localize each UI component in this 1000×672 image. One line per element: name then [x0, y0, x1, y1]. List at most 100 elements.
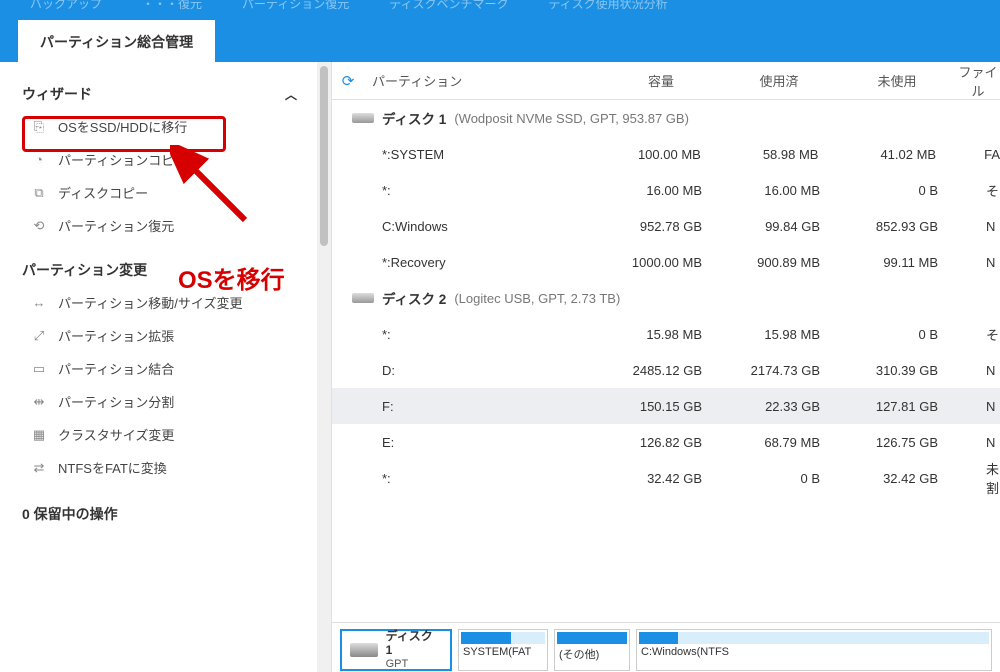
partition-free: 310.39 GB	[838, 363, 956, 378]
partition-used: 58.98 MB	[719, 147, 837, 162]
partition-fs: N	[956, 219, 1000, 234]
partition-free: 32.42 GB	[838, 471, 956, 486]
disk-row[interactable]: ディスク 1 (Wodposit NVMe SSD, GPT, 953.87 G…	[332, 100, 1000, 136]
disk-row[interactable]: ディスク 2 (Logitec USB, GPT, 2.73 TB)	[332, 280, 1000, 316]
sidebar-item-split[interactable]: ⇹ パーティション分割	[0, 385, 331, 418]
segment-bar	[639, 632, 989, 644]
sidebar-item-label: パーティション分割	[58, 392, 174, 411]
partition-capacity: 1000.00 MB	[602, 255, 720, 270]
ribbon-item[interactable]: パーティション復元	[242, 0, 349, 12]
partition-capacity: 2485.12 GB	[602, 363, 720, 378]
partition-row[interactable]: *: 16.00 MB 16.00 MB 0 B そ	[332, 172, 1000, 208]
partition-fs: そ	[956, 181, 1000, 200]
partition-row[interactable]: *: 32.42 GB 0 B 32.42 GB 未割	[332, 460, 1000, 496]
disk-card-1[interactable]: ディスク 1 GPT	[340, 629, 452, 671]
sidebar-item-cluster-size[interactable]: ▦ クラスタサイズ変更	[0, 418, 331, 451]
sidebar-item-partition-copy[interactable]: ◔ パーティションコピー	[0, 143, 331, 176]
partition-row[interactable]: *: 15.98 MB 15.98 MB 0 B そ	[332, 316, 1000, 352]
partition-name: D:	[332, 363, 602, 378]
refresh-button[interactable]: ⟳	[332, 72, 364, 90]
col-partition[interactable]: パーティション	[364, 71, 602, 90]
ribbon-item[interactable]: バックアップ	[30, 0, 102, 12]
disk-card-name: ディスク 1	[386, 629, 442, 658]
cluster-icon: ▦	[30, 427, 48, 443]
sidebar-scrollbar[interactable]	[317, 62, 331, 672]
disk-name: ディスク 2	[382, 288, 446, 308]
merge-icon: ▭	[30, 361, 48, 377]
partition-used: 16.00 MB	[720, 183, 838, 198]
segment-label: SYSTEM(FAT	[461, 646, 545, 658]
partition-fs: N	[956, 435, 1000, 450]
partition-free: 126.75 GB	[838, 435, 956, 450]
disk-segment[interactable]: SYSTEM(FAT	[458, 629, 548, 671]
sidebar-item-ntfs-to-fat[interactable]: ⇄ NTFSをFATに変換	[0, 451, 331, 484]
wizard-section-header[interactable]: ウィザード ︿	[0, 78, 331, 110]
scrollbar-thumb[interactable]	[320, 66, 328, 246]
split-icon: ⇹	[30, 394, 48, 410]
partition-name: *:Recovery	[332, 255, 602, 270]
partition-row[interactable]: F: 150.15 GB 22.33 GB 127.81 GB N	[332, 388, 1000, 424]
partition-grid-body: ディスク 1 (Wodposit NVMe SSD, GPT, 953.87 G…	[332, 100, 1000, 622]
partition-name: *:	[332, 327, 602, 342]
partition-capacity: 100.00 MB	[601, 147, 719, 162]
partition-row[interactable]: C:Windows 952.78 GB 99.84 GB 852.93 GB N	[332, 208, 1000, 244]
sidebar-item-label: NTFSをFATに変換	[58, 458, 167, 477]
col-capacity[interactable]: 容量	[602, 71, 720, 90]
disk-icon	[352, 113, 374, 123]
col-filesystem[interactable]: ファイル	[956, 62, 1000, 100]
segment-label: C:Windows(NTFS	[639, 646, 989, 658]
tab-partition-management[interactable]: パーティション総合管理	[18, 20, 215, 62]
partition-grid-header: ⟳ パーティション 容量 使用済 未使用 ファイル	[332, 62, 1000, 100]
partition-free: 41.02 MB	[836, 147, 954, 162]
sidebar-item-label: パーティション結合	[58, 359, 174, 378]
convert-icon: ⇄	[30, 460, 48, 476]
sidebar-item-merge[interactable]: ▭ パーティション結合	[0, 352, 331, 385]
ribbon-item[interactable]: ・・・復元	[142, 0, 202, 12]
pending-section-header[interactable]: 0 保留中の操作	[0, 498, 331, 530]
partition-free: 99.11 MB	[838, 255, 956, 270]
change-section-label: パーティション変更	[22, 260, 147, 280]
partition-name: E:	[332, 435, 602, 450]
change-section-header[interactable]: パーティション変更	[0, 254, 331, 286]
partition-row[interactable]: *:Recovery 1000.00 MB 900.89 MB 99.11 MB…	[332, 244, 1000, 280]
partition-row[interactable]: *:SYSTEM 100.00 MB 58.98 MB 41.02 MB FA	[332, 136, 1000, 172]
ribbon-item[interactable]: ディスクベンチマーク	[389, 0, 508, 12]
sidebar-item-disk-copy[interactable]: ⧉ ディスクコピー	[0, 176, 331, 209]
refresh-icon: ⟳	[342, 72, 355, 90]
sidebar-item-partition-restore[interactable]: ⟲ パーティション復元	[0, 209, 331, 242]
col-unused[interactable]: 未使用	[838, 71, 956, 90]
disk-desc: (Logitec USB, GPT, 2.73 TB)	[454, 291, 620, 306]
content-area: ⟳ パーティション 容量 使用済 未使用 ファイル ディスク 1 (Wodpos…	[332, 62, 1000, 672]
partition-name: F:	[332, 399, 602, 414]
partition-name: C:Windows	[332, 219, 602, 234]
partition-capacity: 952.78 GB	[602, 219, 720, 234]
partition-row[interactable]: D: 2485.12 GB 2174.73 GB 310.39 GB N	[332, 352, 1000, 388]
partition-used: 0 B	[720, 471, 838, 486]
disk-segment[interactable]: C:Windows(NTFS	[636, 629, 992, 671]
partition-fs: N	[956, 399, 1000, 414]
sidebar-item-move-resize[interactable]: ↔ パーティション移動/サイズ変更	[0, 286, 331, 319]
disk-segment[interactable]: (その他)	[554, 629, 630, 671]
partition-free: 127.81 GB	[838, 399, 956, 414]
sidebar-item-label: クラスタサイズ変更	[58, 425, 174, 444]
sidebar-item-label: パーティション移動/サイズ変更	[58, 293, 242, 312]
wizard-section-label: ウィザード	[22, 84, 92, 104]
sidebar-item-label: パーティション復元	[58, 216, 174, 235]
disk-icon	[352, 293, 374, 303]
partition-row[interactable]: E: 126.82 GB 68.79 MB 126.75 GB N	[332, 424, 1000, 460]
ribbon-item[interactable]: ディスク使用状況分析	[548, 0, 667, 12]
chevron-up-icon: ︿	[285, 86, 297, 103]
sidebar-item-migrate-os[interactable]: ⎘ OSをSSD/HDDに移行	[0, 110, 331, 143]
sidebar-item-extend[interactable]: ⤢ パーティション拡張	[0, 319, 331, 352]
partition-fs: FA	[954, 147, 1000, 162]
partition-free: 0 B	[838, 183, 956, 198]
sidebar-item-label: OSをSSD/HDDに移行	[58, 117, 187, 136]
partition-capacity: 150.15 GB	[602, 399, 720, 414]
restore-icon: ⟲	[30, 218, 48, 234]
partition-used: 99.84 GB	[720, 219, 838, 234]
tab-strip: パーティション総合管理	[0, 14, 1000, 62]
partition-fs: N	[956, 255, 1000, 270]
sidebar-item-label: パーティションコピー	[58, 150, 187, 169]
col-used[interactable]: 使用済	[720, 71, 838, 90]
clock-icon: ◔	[30, 152, 48, 168]
